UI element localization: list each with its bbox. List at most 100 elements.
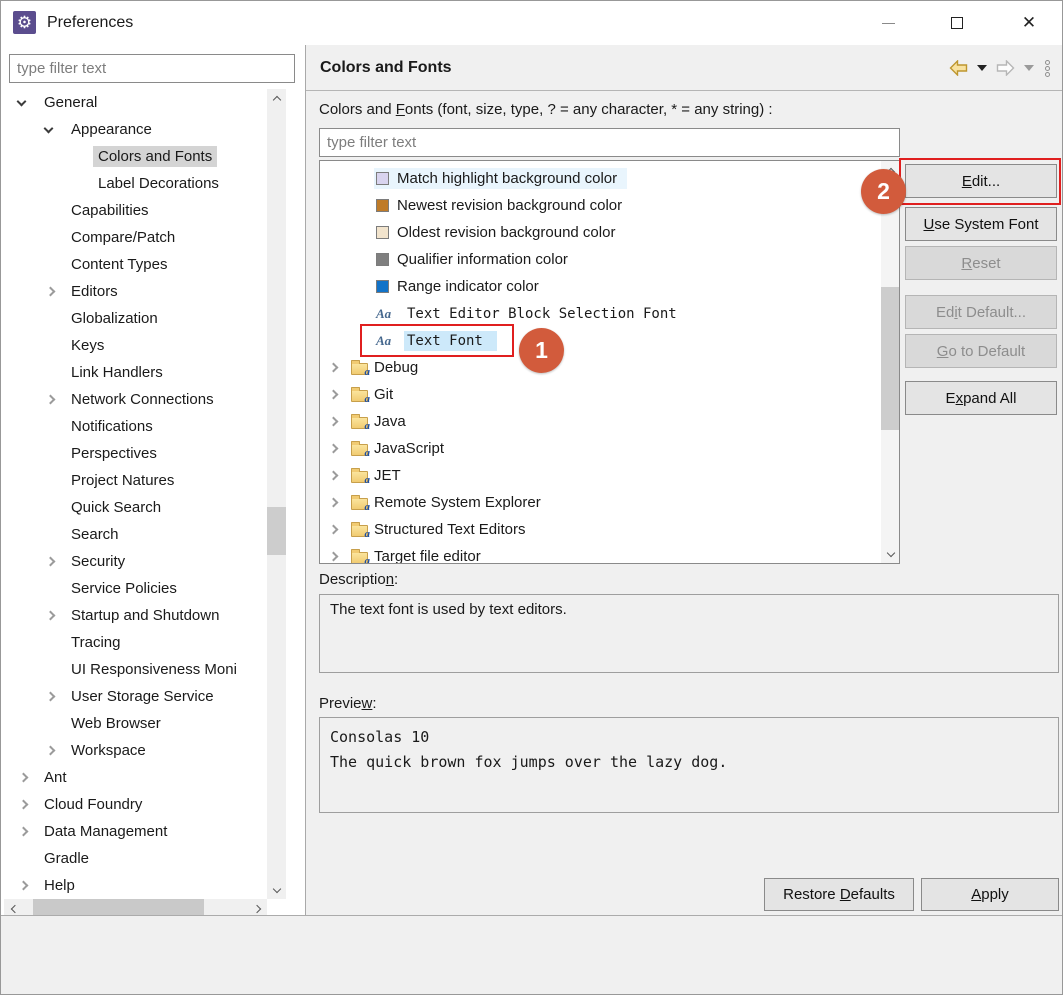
tree-item-label: Workspace [66,740,151,761]
chevron-right-icon[interactable] [45,693,66,700]
tree-item-service-policies[interactable]: Service Policies [4,575,266,602]
tree-vertical-scrollbar[interactable] [267,89,286,899]
back-history-dropdown-icon[interactable] [977,65,987,71]
edit-button[interactable]: Edit... [905,164,1057,198]
tree-item-ui-responsiveness-moni[interactable]: UI Responsiveness Moni [4,656,266,683]
tree-item-ant[interactable]: Ant [4,764,266,791]
list-vertical-scrollbar[interactable] [881,161,899,563]
category-folder-icon [351,390,368,402]
tree-item-startup-and-shutdown[interactable]: Startup and Shutdown [4,602,266,629]
forward-arrow-icon[interactable] [996,60,1015,76]
tree-item-content-types[interactable]: Content Types [4,251,266,278]
colors-fonts-filter-label: Colors and Fonts (font, size, type, ? = … [319,101,773,118]
tree-item-workspace[interactable]: Workspace [4,737,266,764]
maximize-button[interactable] [934,1,980,45]
chevron-down-icon[interactable] [18,101,39,105]
tree-item-keys[interactable]: Keys [4,332,266,359]
tree-item-link-handlers[interactable]: Link Handlers [4,359,266,386]
chevron-right-icon[interactable] [18,774,39,781]
list-item-qualifier-information-color[interactable]: Qualifier information color [320,246,881,273]
scroll-up-icon[interactable] [267,89,286,108]
tree-item-web-browser[interactable]: Web Browser [4,710,266,737]
colors-fonts-filter-input[interactable] [319,128,900,157]
reset-button: Reset [905,246,1057,280]
tree-item-capabilities[interactable]: Capabilities [4,197,266,224]
tree-item-perspectives[interactable]: Perspectives [4,440,266,467]
list-item-git[interactable]: Git [320,381,881,408]
tree-item-compare-patch[interactable]: Compare/Patch [4,224,266,251]
tree-item-colors-and-fonts[interactable]: Colors and Fonts [4,143,266,170]
list-item-newest-revision-background-color[interactable]: Newest revision background color [320,192,881,219]
restore-defaults-button[interactable]: Restore Defaults [764,878,914,911]
list-item-structured-text-editors[interactable]: Structured Text Editors [320,516,881,543]
tree-item-security[interactable]: Security [4,548,266,575]
list-item-java[interactable]: Java [320,408,881,435]
view-menu-icon[interactable] [1045,60,1050,77]
category-label: Remote System Explorer [374,494,541,511]
chevron-right-icon[interactable] [328,418,349,425]
chevron-right-icon[interactable] [328,364,349,371]
tree-item-notifications[interactable]: Notifications [4,413,266,440]
tree-item-tracing[interactable]: Tracing [4,629,266,656]
chevron-right-icon[interactable] [18,828,39,835]
list-item-text-font[interactable]: AaText Font [320,327,881,354]
tree-item-label: Cloud Foundry [39,794,147,815]
tree-item-globalization[interactable]: Globalization [4,305,266,332]
tree-item-editors[interactable]: Editors [4,278,266,305]
apply-button[interactable]: Apply [921,878,1059,911]
list-item-match-highlight-background-color[interactable]: Match highlight background color [320,165,881,192]
tree-item-user-storage-service[interactable]: User Storage Service [4,683,266,710]
tree-item-label: Gradle [39,848,94,869]
chevron-down-icon[interactable] [45,128,66,132]
tree-item-label-decorations[interactable]: Label Decorations [4,170,266,197]
chevron-right-icon[interactable] [18,882,39,889]
tree-item-gradle[interactable]: Gradle [4,845,266,872]
tree-item-general[interactable]: General [4,89,266,116]
list-item-debug[interactable]: Debug [320,354,881,381]
chevron-right-icon[interactable] [328,553,349,560]
tree-item-label: Web Browser [66,713,166,734]
chevron-right-icon[interactable] [328,391,349,398]
chevron-right-icon[interactable] [45,558,66,565]
tree-item-quick-search[interactable]: Quick Search [4,494,266,521]
list-vscroll-thumb[interactable] [881,287,899,430]
tree-item-appearance[interactable]: Appearance [4,116,266,143]
chevron-right-icon[interactable] [45,288,66,295]
chevron-right-icon[interactable] [18,801,39,808]
scroll-up-icon[interactable] [881,161,900,180]
chevron-right-icon[interactable] [328,499,349,506]
tree-item-search[interactable]: Search [4,521,266,548]
forward-history-dropdown-icon[interactable] [1024,65,1034,71]
scroll-down-icon[interactable] [881,544,900,563]
history-nav [949,45,1050,91]
chevron-right-icon[interactable] [45,612,66,619]
expand-all-button[interactable]: Expand All [905,381,1057,415]
tree-item-cloud-foundry[interactable]: Cloud Foundry [4,791,266,818]
list-item-oldest-revision-background-color[interactable]: Oldest revision background color [320,219,881,246]
list-item-remote-system-explorer[interactable]: Remote System Explorer [320,489,881,516]
chevron-right-icon[interactable] [328,445,349,452]
tree-filter-input[interactable] [9,54,295,83]
close-button[interactable]: ✕ [1006,1,1052,45]
chevron-right-icon[interactable] [45,396,66,403]
use-system-font-button[interactable]: Use System Font [905,207,1057,241]
chevron-right-icon[interactable] [328,526,349,533]
list-item-javascript[interactable]: JavaScript [320,435,881,462]
tree-item-network-connections[interactable]: Network Connections [4,386,266,413]
tree-item-project-natures[interactable]: Project Natures [4,467,266,494]
item-content: Match highlight background color [374,168,627,189]
list-item-jet[interactable]: JET [320,462,881,489]
chevron-right-icon[interactable] [328,472,349,479]
description-label: Description: [319,571,398,588]
scroll-down-icon[interactable] [267,880,286,899]
list-item-range-indicator-color[interactable]: Range indicator color [320,273,881,300]
tree-item-help[interactable]: Help [4,872,266,899]
list-item-target-file-editor[interactable]: Target file editor [320,543,881,564]
back-arrow-icon[interactable] [949,60,968,76]
minimize-button[interactable] [865,1,911,45]
list-item-text-editor-block-selection-font[interactable]: AaText Editor Block Selection Font [320,300,881,327]
tree-vscroll-thumb[interactable] [267,507,286,555]
chevron-right-icon[interactable] [45,747,66,754]
page-title: Colors and Fonts [320,45,452,91]
tree-item-data-management[interactable]: Data Management [4,818,266,845]
